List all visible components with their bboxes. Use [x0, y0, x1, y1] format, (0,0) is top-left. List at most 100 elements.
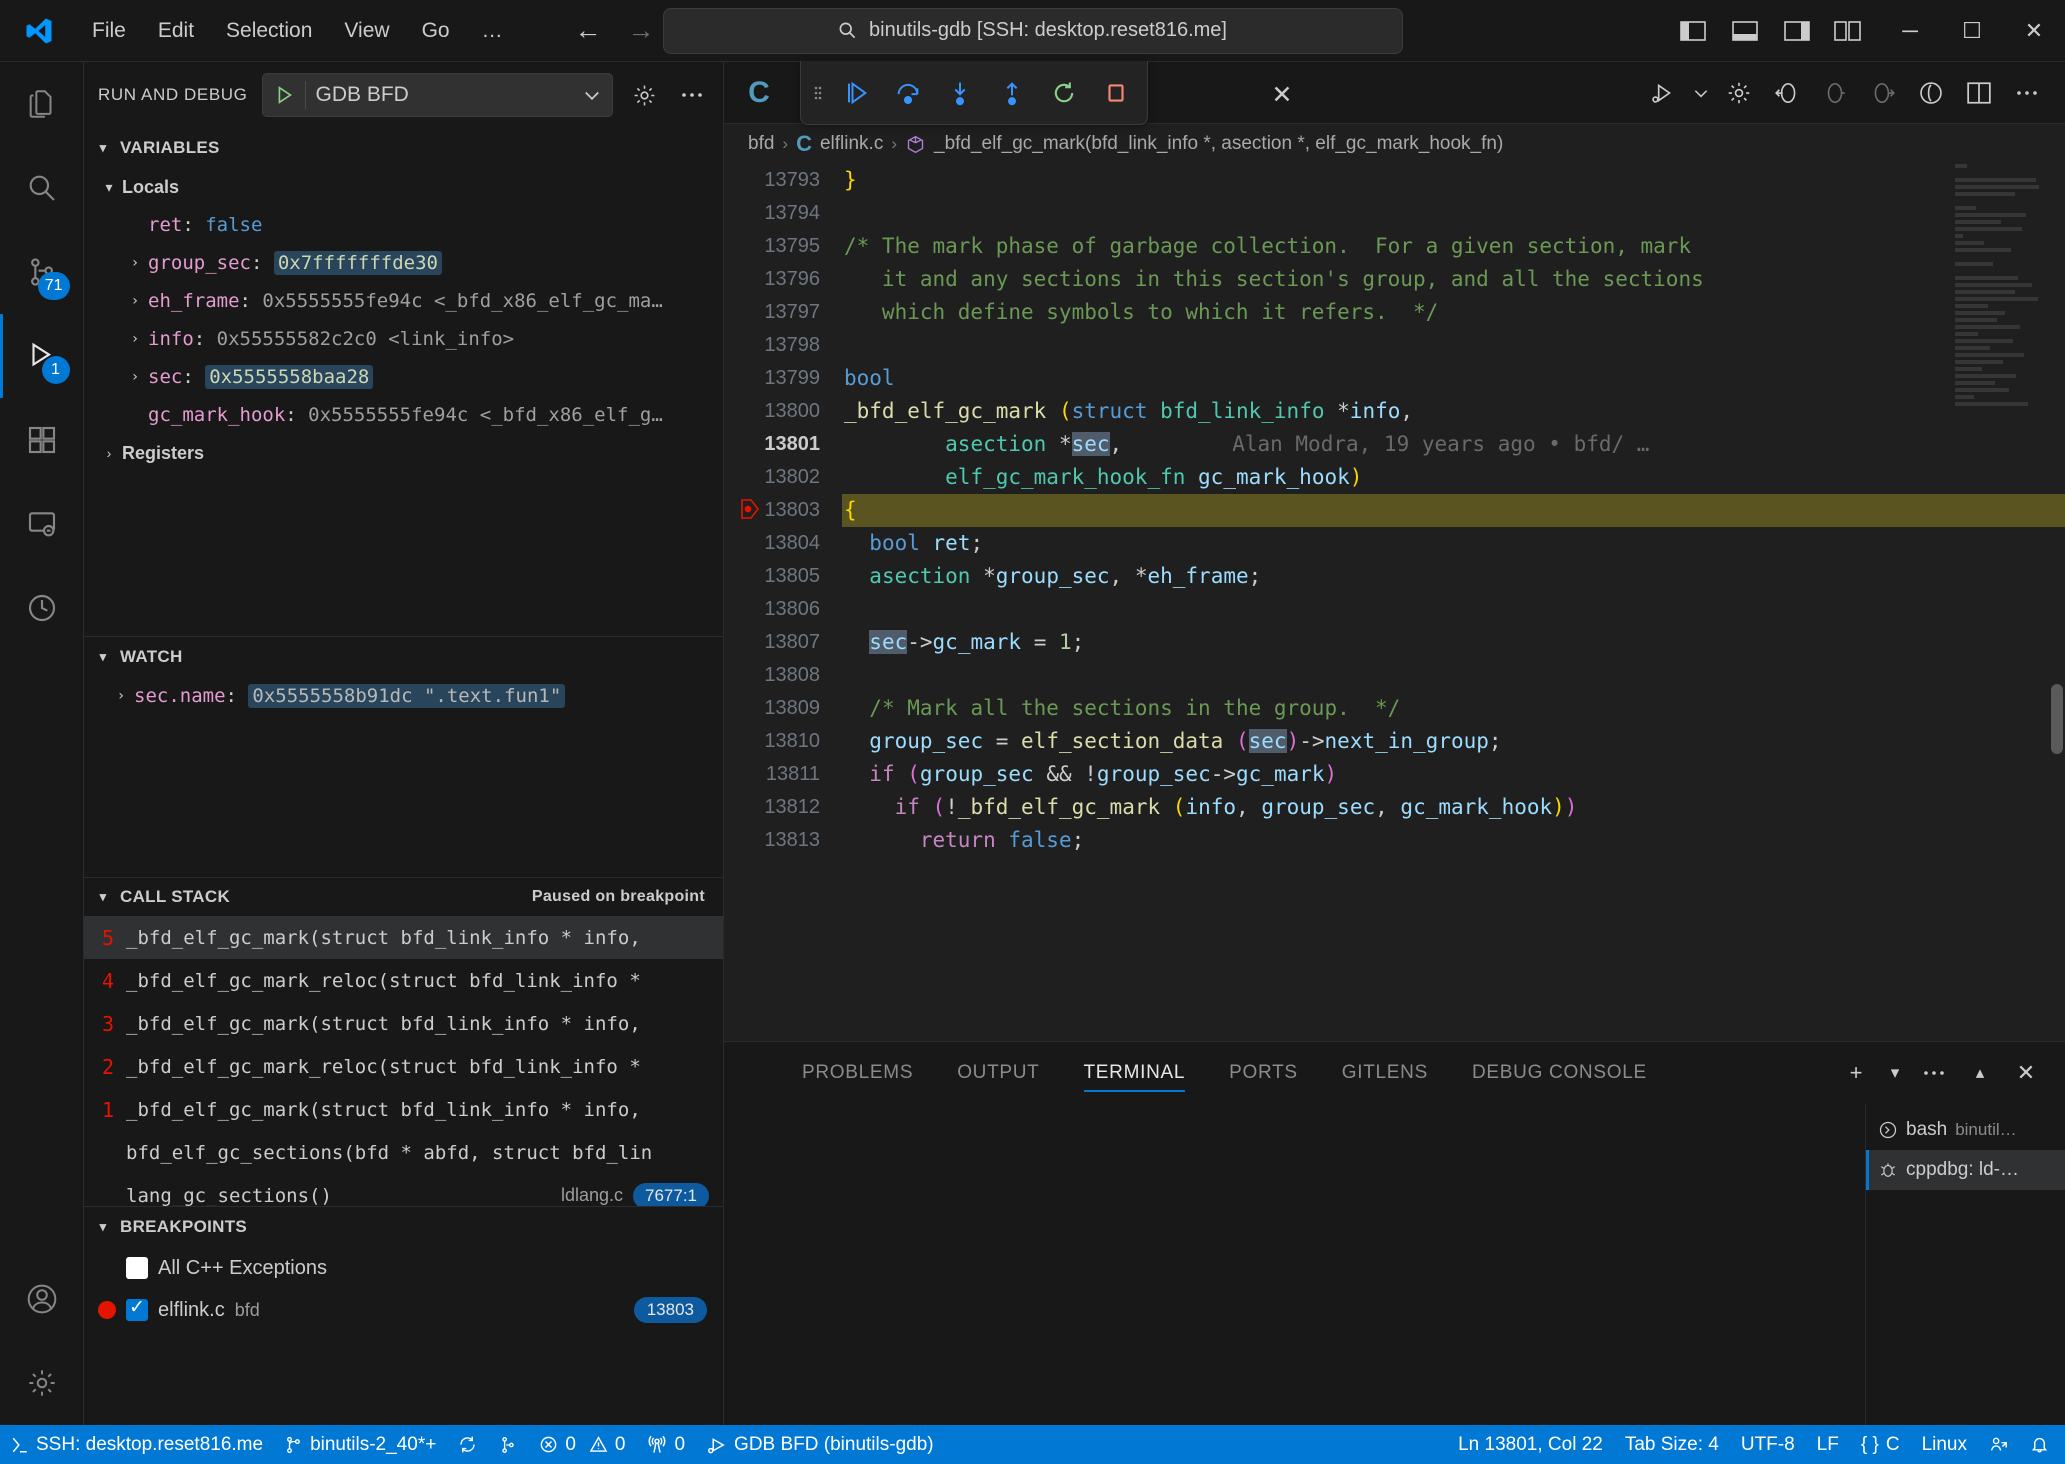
tab-ports[interactable]: PORTS — [1207, 1042, 1320, 1104]
activitybar-item-run-and-debug[interactable]: 1 — [0, 314, 84, 398]
call-stack-frame[interactable]: bfd_elf_gc_sections(bfd * abfd, struct b… — [84, 1131, 723, 1174]
tab-output[interactable]: OUTPUT — [935, 1042, 1061, 1104]
status-language-mode[interactable]: { } C — [1850, 1425, 1911, 1464]
status-git-actions[interactable] — [488, 1425, 528, 1464]
window-close-button[interactable]: ✕ — [2003, 0, 2065, 62]
variable-row-eh_frame[interactable]: › eh_frame: 0x5555555fe94c <_bfd_x86_elf… — [84, 282, 723, 320]
variable-row-sec[interactable]: › sec: 0x5555558baa28 — [84, 358, 723, 396]
breakpoint-checkbox[interactable] — [126, 1296, 148, 1321]
status-encoding[interactable]: UTF-8 — [1730, 1425, 1806, 1464]
menu-file[interactable]: File — [76, 14, 142, 48]
chevron-down-icon[interactable] — [582, 85, 602, 105]
close-icon[interactable]: ✕ — [2003, 1050, 2049, 1096]
code-line[interactable]: 13793} — [724, 164, 2065, 197]
menu-go[interactable]: Go — [406, 14, 466, 48]
call-stack-frame[interactable]: 3 _bfd_elf_gc_mark(struct bfd_link_info … — [84, 1002, 723, 1045]
grip-icon[interactable] — [807, 81, 829, 105]
ellipsis-icon[interactable] — [1911, 1050, 1957, 1096]
code-line[interactable]: 13802 elf_gc_mark_hook_fn gc_mark_hook) — [724, 461, 2065, 494]
status-tab-size[interactable]: Tab Size: 4 — [1614, 1425, 1730, 1464]
menu-selection[interactable]: Selection — [210, 14, 328, 48]
ellipsis-icon[interactable] — [2003, 69, 2051, 117]
gitlens-back-icon[interactable] — [1763, 69, 1811, 117]
window-maximize-button[interactable]: ☐ — [1941, 0, 2003, 62]
variables-group-registers[interactable]: › Registers — [84, 434, 723, 472]
terminal-list-item-bash[interactable]: bash binutil… — [1866, 1110, 2065, 1150]
status-live-share[interactable] — [1978, 1425, 2019, 1464]
status-git-branch[interactable]: binutils-2_40*+ — [274, 1425, 447, 1464]
call-stack-frame[interactable]: 4 _bfd_elf_gc_mark_reloc(struct bfd_link… — [84, 959, 723, 1002]
chevron-right-icon[interactable]: › — [122, 331, 148, 347]
tab-problems[interactable]: PROBLEMS — [780, 1042, 935, 1104]
chevron-down-icon[interactable] — [1687, 69, 1715, 117]
window-minimize-button[interactable]: ─ — [1879, 0, 1941, 62]
status-remote-host[interactable]: SSH: desktop.reset816.me — [0, 1425, 274, 1464]
code-line[interactable]: 13804 bool ret; — [724, 527, 2065, 560]
activitybar-item-extensions[interactable] — [0, 398, 84, 482]
status-platform[interactable]: Linux — [1911, 1425, 1978, 1464]
status-problems[interactable]: 0 0 — [528, 1425, 636, 1464]
tab-gitlens[interactable]: GITLENS — [1320, 1042, 1450, 1104]
status-notifications[interactable] — [2019, 1425, 2065, 1464]
code-line[interactable]: 13794 — [724, 197, 2065, 230]
customize-layout-icon[interactable] — [1823, 8, 1875, 54]
sidebar-more-actions-icon[interactable] — [675, 91, 709, 99]
debug-configuration-select[interactable]: GDB BFD — [261, 73, 613, 117]
activitybar-item-explorer[interactable] — [0, 62, 84, 146]
breakpoint-row-exceptions[interactable]: All C++ Exceptions — [84, 1247, 723, 1289]
chevron-right-icon[interactable]: › — [122, 293, 148, 309]
activitybar-item-settings[interactable] — [0, 1341, 84, 1425]
code-line[interactable]: 13800 _bfd_elf_gc_mark (struct bfd_link_i… — [724, 395, 2065, 428]
watch-header[interactable]: ▾ WATCH — [84, 637, 723, 677]
gitlens-prev-icon[interactable] — [1811, 69, 1859, 117]
code-line[interactable]: 13796 it and any sections in this sectio… — [724, 263, 2065, 296]
status-sync-changes[interactable] — [447, 1425, 488, 1464]
run-debug-icon[interactable] — [1639, 69, 1687, 117]
chevron-up-icon[interactable]: ▴ — [1957, 1050, 2003, 1096]
activitybar-item-search[interactable] — [0, 146, 84, 230]
tab-terminal[interactable]: TERMINAL — [1062, 1042, 1208, 1104]
breadcrumb-item-file[interactable]: elflink.c — [820, 133, 883, 155]
variables-header[interactable]: ▾ VARIABLES — [84, 128, 723, 168]
code-line[interactable]: 13805 asection *group_sec, *eh_frame; — [724, 560, 2065, 593]
code-line[interactable]: 13807 sec->gc_mark = 1; — [724, 626, 2065, 659]
status-eol[interactable]: LF — [1806, 1425, 1850, 1464]
breakpoint-row-elflink[interactable]: elflink.c bfd 13803 — [84, 1289, 723, 1331]
variables-group-locals[interactable]: ▾ Locals — [84, 168, 723, 206]
terminal-list-item-cppdbg[interactable]: cppdbg: ld-… — [1866, 1150, 2065, 1190]
code-line[interactable]: 13795 /* The mark phase of garbage collec… — [724, 230, 2065, 263]
status-ports[interactable]: 0 — [636, 1425, 696, 1464]
tab-debug-console[interactable]: DEBUG CONSOLE — [1450, 1042, 1669, 1104]
close-icon[interactable]: ✕ — [1260, 76, 1304, 114]
debug-step-over-button[interactable] — [883, 68, 933, 118]
toggle-panel-icon[interactable] — [1719, 8, 1771, 54]
breakpoint-glyph-icon[interactable] — [740, 498, 760, 520]
menu-edit[interactable]: Edit — [142, 14, 210, 48]
status-debug-session[interactable]: GDB BFD (binutils-gdb) — [696, 1425, 945, 1464]
call-stack-frame[interactable]: 2 _bfd_elf_gc_mark_reloc(struct bfd_link… — [84, 1045, 723, 1088]
variable-row-ret[interactable]: › ret: false — [84, 206, 723, 244]
terminal-output[interactable] — [724, 1104, 1865, 1425]
toggle-secondary-sidebar-icon[interactable] — [1771, 8, 1823, 54]
code-line[interactable]: 13798 — [724, 329, 2065, 362]
debug-step-into-button[interactable] — [935, 68, 985, 118]
debug-restart-button[interactable] — [1039, 68, 1089, 118]
chevron-right-icon[interactable]: › — [108, 688, 134, 704]
minimap[interactable] — [1955, 164, 2051, 1041]
breakpoints-header[interactable]: ▾ BREAKPOINTS — [84, 1207, 723, 1247]
debug-stop-button[interactable] — [1091, 68, 1141, 118]
status-cursor-position[interactable]: Ln 13801, Col 22 — [1447, 1425, 1614, 1464]
code-line[interactable]: 13813 return false; — [724, 824, 2065, 857]
split-editor-icon[interactable] — [1955, 69, 2003, 117]
code-line[interactable]: 13808 — [724, 659, 2065, 692]
call-stack-frame[interactable]: 1 _bfd_elf_gc_mark(struct bfd_link_info … — [84, 1088, 723, 1131]
debug-continue-button[interactable] — [831, 68, 881, 118]
code-line[interactable]: 13803{ — [724, 494, 2065, 527]
arrow-right-icon[interactable]: → — [628, 17, 655, 44]
gitlens-next-icon[interactable] — [1859, 69, 1907, 117]
editor-scrollbar[interactable] — [2051, 684, 2063, 754]
code-line[interactable]: 13811 if (group_sec && !group_sec->gc_ma… — [724, 758, 2065, 791]
activitybar-item-accounts[interactable] — [0, 1257, 84, 1341]
code-line[interactable]: 13812 if (!_bfd_elf_gc_mark (info, group… — [724, 791, 2065, 824]
code-line[interactable]: 13801 asection *sec, Alan Modra, 19 years… — [724, 428, 2065, 461]
